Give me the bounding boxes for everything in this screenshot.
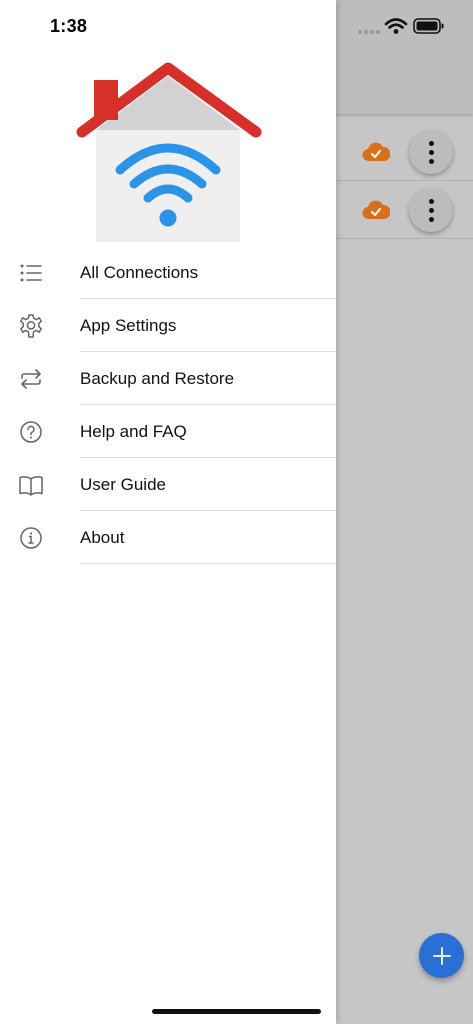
more-options-button[interactable] <box>409 130 453 174</box>
menu-item-label: All Connections <box>80 263 199 282</box>
status-time: 1:38 <box>50 16 88 36</box>
battery-icon <box>413 18 444 34</box>
menu-item-app-settings[interactable]: App Settings <box>0 299 336 352</box>
menu-item-label: App Settings <box>80 316 177 335</box>
menu-item-help-faq[interactable]: Help and FAQ <box>0 405 336 458</box>
add-connection-button[interactable] <box>419 933 464 978</box>
drawer-menu: All Connections App Settings Backup and … <box>0 246 336 564</box>
menu-item-label: Backup and Restore <box>80 369 235 388</box>
menu-item-label: User Guide <box>80 475 166 494</box>
info-circle-icon <box>20 527 42 549</box>
menu-item-backup-restore[interactable]: Backup and Restore <box>0 352 336 405</box>
menu-item-label: About <box>80 528 125 547</box>
status-bar-right <box>356 14 456 38</box>
menu-item-label: Help and FAQ <box>80 422 187 441</box>
cloud-check-icon <box>362 200 390 220</box>
list-icon <box>20 264 42 282</box>
menu-item-user-guide[interactable]: User Guide <box>0 458 336 511</box>
connection-row[interactable] <box>336 181 473 239</box>
menu-item-about[interactable]: About <box>0 511 336 564</box>
divider <box>80 563 336 564</box>
question-circle-icon <box>20 421 42 443</box>
plus-icon <box>432 946 451 965</box>
cloud-check-icon <box>362 142 390 162</box>
cellular-signal-icon <box>358 30 380 34</box>
gear-icon <box>20 314 42 338</box>
book-icon <box>19 476 43 496</box>
navigation-drawer: 1:38 All Connections App Settings Backup… <box>0 0 336 1024</box>
home-wifi-logo <box>76 62 262 242</box>
home-indicator[interactable] <box>152 1009 321 1014</box>
more-options-button[interactable] <box>409 188 453 232</box>
sync-arrows-icon <box>21 369 41 389</box>
menu-item-all-connections[interactable]: All Connections <box>0 246 336 299</box>
wifi-status-icon <box>384 18 408 29</box>
connection-row[interactable] <box>336 123 473 181</box>
